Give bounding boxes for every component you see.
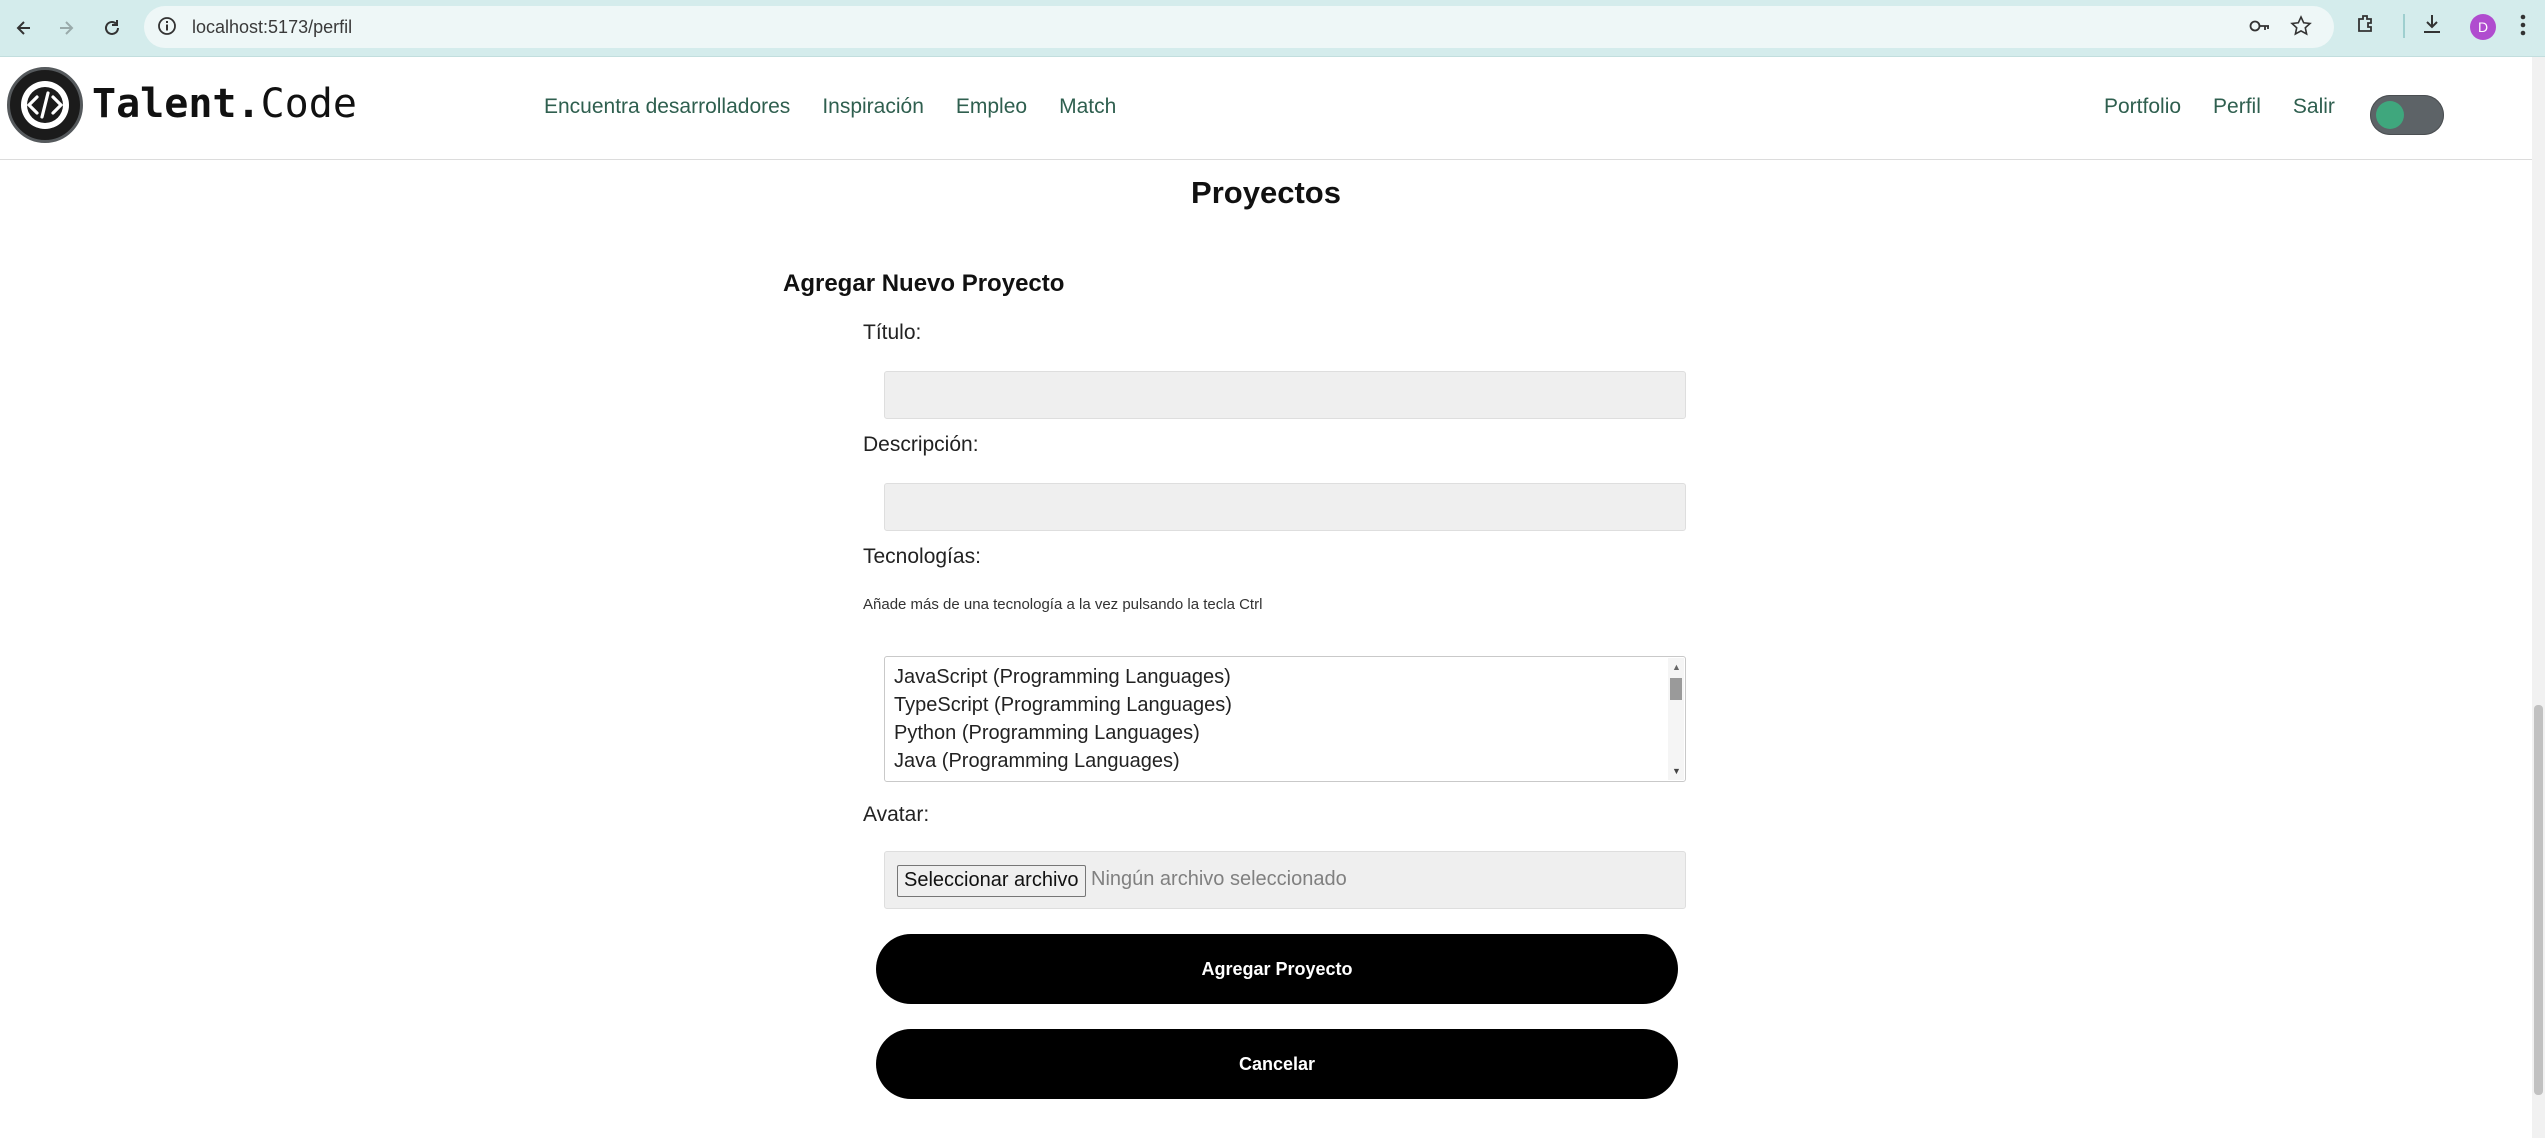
address-bar[interactable]: localhost:5173/perfil xyxy=(144,6,2334,48)
nav-perfil[interactable]: Perfil xyxy=(2213,95,2261,119)
avatar-label: Avatar: xyxy=(863,803,930,826)
user-nav: Portfolio Perfil Salir xyxy=(2104,95,2335,119)
password-key-icon[interactable] xyxy=(2248,16,2272,41)
title-input[interactable] xyxy=(884,371,1686,419)
toolbar-divider xyxy=(2403,14,2405,38)
tech-hint: Añade más de una tecnología a la vez pul… xyxy=(863,596,1263,613)
site-info-icon[interactable] xyxy=(156,15,178,42)
file-status-text: Ningún archivo seleccionado xyxy=(1091,868,1347,890)
nav-portfolio[interactable]: Portfolio xyxy=(2104,95,2181,119)
scroll-down-arrow-icon[interactable]: ▼ xyxy=(1672,766,1681,776)
theme-toggle-knob xyxy=(2376,101,2404,129)
url-text: localhost:5173/perfil xyxy=(192,17,353,37)
technologies-select[interactable]: JavaScript (Programming Languages) TypeS… xyxy=(884,656,1686,782)
avatar-file-input[interactable]: Seleccionar archivo Ningún archivo selec… xyxy=(884,851,1686,909)
logo-text-bold: Talent. xyxy=(92,81,261,127)
main-nav: Encuentra desarrolladores Inspiración Em… xyxy=(544,95,1116,119)
logo-wordmark[interactable]: Talent.Code xyxy=(92,81,357,127)
logo-code-icon[interactable] xyxy=(7,67,83,143)
profile-avatar[interactable]: D xyxy=(2470,14,2496,40)
site-header: Talent.Code Encuentra desarrolladores In… xyxy=(0,57,2532,160)
extensions-icon[interactable] xyxy=(2354,12,2378,41)
browser-toolbar: localhost:5173/perfil D xyxy=(0,0,2545,57)
more-menu-icon[interactable] xyxy=(2518,12,2528,43)
cancel-button[interactable]: Cancelar xyxy=(876,1029,1678,1099)
nav-match[interactable]: Match xyxy=(1059,95,1116,119)
nav-inspiracion[interactable]: Inspiración xyxy=(822,95,924,119)
tech-option[interactable]: Python (Programming Languages) xyxy=(894,722,1200,745)
reload-icon[interactable] xyxy=(94,10,130,46)
choose-file-button[interactable]: Seleccionar archivo xyxy=(897,865,1086,897)
tech-option[interactable]: TypeScript (Programming Languages) xyxy=(894,694,1232,717)
page-scrollbar[interactable] xyxy=(2532,57,2545,1138)
nav-encuentra-desarrolladores[interactable]: Encuentra desarrolladores xyxy=(544,95,790,119)
description-label: Descripción: xyxy=(863,433,979,456)
title-label: Título: xyxy=(863,321,922,344)
bookmark-star-icon[interactable] xyxy=(2290,15,2312,42)
download-icon[interactable] xyxy=(2420,12,2444,41)
nav-salir[interactable]: Salir xyxy=(2293,95,2335,119)
listbox-scrollbar-thumb[interactable] xyxy=(1670,678,1682,700)
tech-option[interactable]: JavaScript (Programming Languages) xyxy=(894,666,1231,689)
forward-icon[interactable] xyxy=(48,10,84,46)
form-title: Agregar Nuevo Proyecto xyxy=(783,270,1065,297)
listbox-scrollbar[interactable]: ▲ ▼ xyxy=(1668,658,1684,780)
logo-text-regular: Code xyxy=(260,81,357,127)
scroll-up-arrow-icon[interactable]: ▲ xyxy=(1672,662,1681,672)
tech-label: Tecnologías: xyxy=(863,545,981,568)
tech-option[interactable]: Java (Programming Languages) xyxy=(894,750,1180,773)
back-icon[interactable] xyxy=(6,10,42,46)
section-title: Proyectos xyxy=(1191,175,1341,210)
nav-empleo[interactable]: Empleo xyxy=(956,95,1027,119)
add-project-button[interactable]: Agregar Proyecto xyxy=(876,934,1678,1004)
page-scrollbar-thumb[interactable] xyxy=(2534,705,2543,1095)
description-input[interactable] xyxy=(884,483,1686,531)
theme-toggle[interactable] xyxy=(2370,95,2444,135)
